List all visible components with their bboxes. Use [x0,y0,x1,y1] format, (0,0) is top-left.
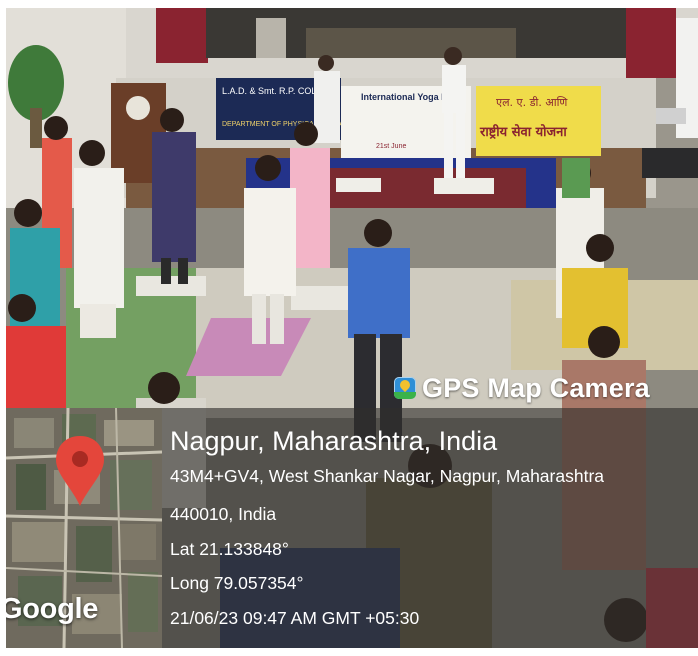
longitude-text: Long 79.057354° [170,573,304,593]
latitude-text: Lat 21.133848° [170,539,289,559]
datetime-text: 21/06/23 09:47 AM GMT +05:30 [170,608,420,628]
google-logo: Google [6,593,99,625]
location-title: Nagpur, Maharashtra, India [170,426,498,456]
address-line-1: 43M4+GV4, West Shankar Nagar, Nagpur, Ma… [170,466,605,486]
geotagged-photo: L.A.D. & Smt. R.P. COLLEGE FOR WOMEN DEP… [6,8,698,648]
yoga-day-banner-date: 21st June [376,143,406,150]
gps-map-camera-badge: GPS Map Camera [394,368,650,408]
address-line-2: 440010, India [170,504,277,524]
nss-banner-line-2: राष्ट्रीय सेवा योजना [479,124,567,140]
nss-banner-line-1: एल. ए. डी. आणि [496,96,568,109]
screenshot-frame: L.A.D. & Smt. R.P. COLLEGE FOR WOMEN DEP… [0,0,698,656]
gps-map-camera-title: GPS Map Camera [422,372,650,403]
gps-map-camera-app-icon [394,377,416,399]
